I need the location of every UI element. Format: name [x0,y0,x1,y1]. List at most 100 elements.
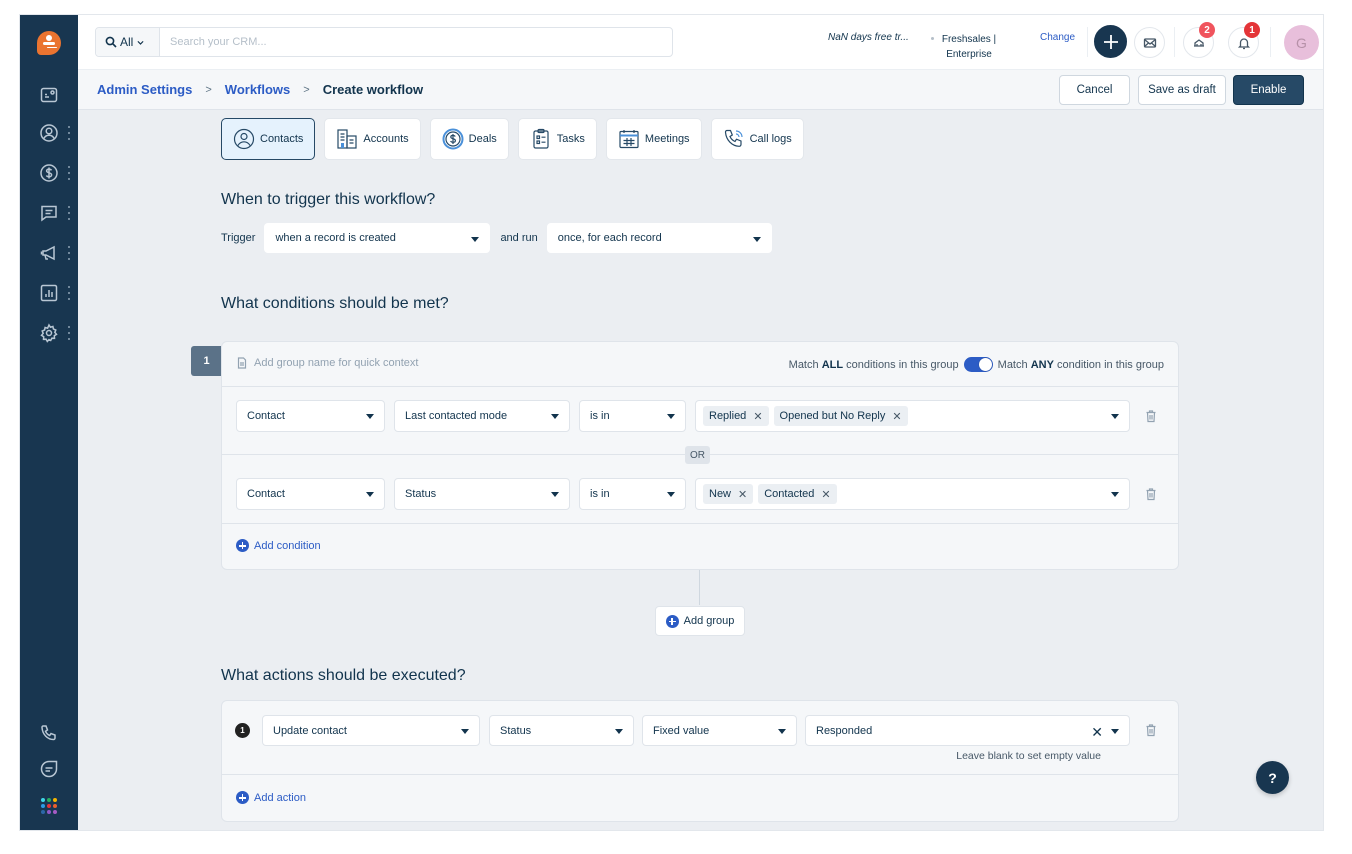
action-value-select[interactable]: Responded ✕ [805,715,1130,746]
condition-operator-select[interactable]: is in [579,400,686,432]
action-value: Responded [816,724,873,737]
tab-label: Deals [468,133,497,145]
reports-more-icon[interactable] [67,286,71,300]
add-group-button[interactable]: Add group [655,606,745,636]
clipboard-icon [533,128,549,149]
sidebar [20,15,78,830]
contact-icon[interactable] [39,123,59,143]
chart-icon[interactable] [39,283,59,303]
dashboard-icon[interactable] [39,85,59,105]
chat-bubble-icon[interactable] [39,759,59,779]
chevron-right-icon: > [303,83,310,96]
deals-more-icon[interactable] [67,166,71,180]
condition-operator-select[interactable]: is in [579,478,686,510]
search-icon [105,36,117,48]
condition-field-select[interactable]: Status [394,478,570,510]
plus-icon [1103,34,1118,49]
run-frequency-select[interactable]: once, for each record [546,223,772,253]
apps-dot [41,804,45,808]
condition-entity-select[interactable]: Contact [236,478,385,510]
condition-group-header: Add group name for quick context Match A… [222,342,1178,387]
tab-contacts[interactable]: Contacts [221,118,316,160]
action-type-value: Update contact [273,724,347,737]
tab-label: Meetings [644,133,690,145]
condition-entity-value: Contact [247,410,285,422]
condition-values-select[interactable]: Replied ✕ Opened but No Reply ✕ [695,400,1130,432]
chat-icon[interactable] [39,203,59,223]
trigger-label: Trigger [221,232,256,244]
envelope-icon [1143,37,1156,48]
remove-chip-icon[interactable]: ✕ [753,410,762,423]
freshsales-logo[interactable] [37,31,61,55]
tab-call-logs[interactable]: Call logs [710,118,804,160]
divider [1270,27,1271,57]
remove-chip-icon[interactable]: ✕ [821,488,830,501]
settings-more-icon[interactable] [67,326,71,340]
caret-down-icon [366,414,374,419]
dollar-coin-icon [442,128,464,150]
tab-tasks[interactable]: Tasks [517,118,597,160]
tab-meetings[interactable]: Meetings [605,118,702,160]
condition-field-select[interactable]: Last contacted mode [394,400,570,432]
trial-status: NaN days free tr... [828,32,909,43]
apps-grid-icon[interactable] [41,798,57,814]
condition-operator-value: is in [590,410,610,422]
contacts-more-icon[interactable] [67,126,71,140]
breadcrumb-admin-settings[interactable]: Admin Settings [97,82,192,97]
remove-chip-icon[interactable]: ✕ [738,488,747,501]
email-button[interactable] [1134,27,1165,58]
delete-action-button[interactable] [1144,723,1158,737]
dollar-icon[interactable] [39,163,59,183]
notifications-button[interactable]: 1 [1228,22,1260,58]
save-draft-button[interactable]: Save as draft [1138,75,1226,105]
gear-icon[interactable] [39,323,59,343]
delete-condition-button[interactable] [1144,409,1158,423]
action-field-select[interactable]: Status [489,715,634,746]
top-bar: All NaN days free tr... Freshsales | Ent… [78,15,1323,70]
condition-entity-select[interactable]: Contact [236,400,385,432]
search-input[interactable] [160,28,672,56]
bullhorn-icon [1193,38,1204,47]
action-value-type-select[interactable]: Fixed value [642,715,797,746]
breadcrumb: Admin Settings > Workflows > Create work… [97,82,423,97]
plus-circle-icon [236,791,249,804]
delete-condition-button[interactable] [1144,487,1158,501]
trigger-section-title: When to trigger this workflow? [221,191,436,208]
tab-accounts[interactable]: Accounts [324,118,421,160]
help-button[interactable]: ? [1256,761,1289,794]
action-type-select[interactable]: Update contact [262,715,480,746]
trash-icon [1146,488,1156,501]
match-mode-toggle[interactable] [963,357,993,372]
run-frequency-value: once, for each record [557,232,662,244]
enable-button[interactable]: Enable [1233,75,1304,105]
contact-icon [233,128,255,150]
quick-add-button[interactable] [1094,25,1127,58]
breadcrumb-workflows[interactable]: Workflows [225,82,291,97]
remove-chip-icon[interactable]: ✕ [892,410,901,423]
value-chip: New ✕ [703,484,754,504]
plan-name: Freshsales | Enterprise [941,34,997,60]
conversations-more-icon[interactable] [67,206,71,220]
phone-icon[interactable] [39,723,59,743]
match-mode: Match ALL conditions in this group Match… [789,357,1164,372]
add-action-button[interactable]: Add action [236,791,306,804]
condition-operator-value: is in [590,488,610,500]
condition-entity-value: Contact [247,488,285,500]
announcements-button[interactable]: 2 [1183,22,1215,58]
actions-panel: 1 Update contact Status Fixed value Resp… [221,700,1179,822]
trigger-select[interactable]: when a record is created [264,223,491,253]
condition-values-select[interactable]: New ✕ Contacted ✕ [695,478,1130,510]
action-number-badge: 1 [235,723,250,738]
add-condition-button[interactable]: Add condition [236,539,321,552]
campaigns-more-icon[interactable] [67,246,71,260]
trigger-value: when a record is created [275,232,396,244]
group-name-field[interactable]: Add group name for quick context [236,357,418,369]
divider [1174,27,1175,57]
tab-deals[interactable]: Deals [429,118,509,160]
user-avatar[interactable]: G [1284,25,1319,60]
change-plan-link[interactable]: Change [1040,32,1075,43]
cancel-button[interactable]: Cancel [1059,75,1130,105]
clear-value-icon[interactable]: ✕ [1091,724,1103,741]
search-scope-dropdown[interactable]: All [96,28,160,56]
megaphone-icon[interactable] [39,243,59,263]
